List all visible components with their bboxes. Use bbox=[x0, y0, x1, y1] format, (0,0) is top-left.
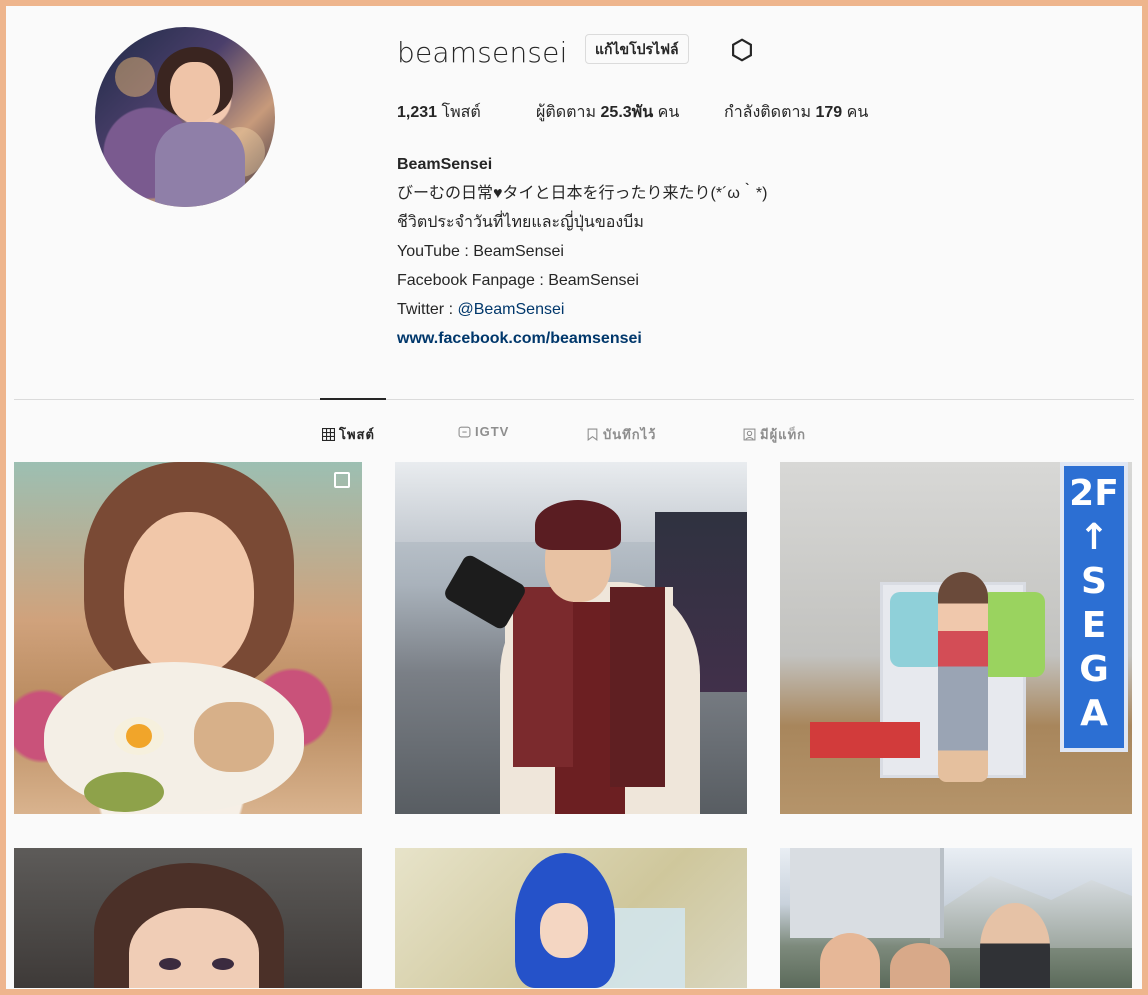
bio-line-japanese: びーむの日常♥タイと日本を行ったり来たり(*´ω｀*) bbox=[397, 185, 768, 202]
igtv-icon bbox=[458, 426, 471, 438]
post-thumbnail-portrait[interactable] bbox=[14, 848, 362, 988]
tab-igtv-label: IGTV bbox=[475, 424, 510, 439]
profile-bio: BeamSensei びーむの日常♥タイと日本を行ったり来たり(*´ω｀*) ช… bbox=[397, 150, 767, 353]
tagged-icon bbox=[743, 428, 756, 441]
profile-username: beamsensei bbox=[397, 36, 568, 69]
twitter-handle-link[interactable]: @BeamSensei bbox=[457, 301, 564, 318]
bio-full-name: BeamSensei bbox=[397, 156, 493, 173]
edit-profile-button[interactable]: แก้ไขโปรไฟล์ bbox=[585, 34, 689, 64]
tab-tagged[interactable]: มีผู้แท็ก bbox=[743, 424, 806, 445]
tab-igtv[interactable]: IGTV bbox=[458, 424, 509, 439]
settings-gear-icon[interactable] bbox=[729, 37, 755, 63]
sega-sign-text: 2F ↑ S E G A bbox=[1069, 473, 1119, 734]
followers-stat[interactable]: ผู้ติดตาม 25.3พัน คน bbox=[536, 100, 679, 125]
tab-saved-label: บันทึกไว้ bbox=[603, 427, 657, 442]
bio-line-twitter: Twitter : @BeamSensei bbox=[397, 301, 565, 318]
tab-saved[interactable]: บันทึกไว้ bbox=[586, 424, 656, 445]
website-link[interactable]: www.facebook.com/beamsensei bbox=[397, 324, 767, 353]
multiple-photos-icon bbox=[334, 472, 350, 488]
tab-posts-label: โพสต์ bbox=[339, 427, 375, 442]
following-stat[interactable]: กำลังติดตาม 179 คน bbox=[724, 100, 868, 125]
post-thumbnail-snow-camera[interactable] bbox=[395, 462, 747, 814]
bookmark-icon bbox=[587, 428, 598, 441]
tab-posts[interactable]: โพสต์ bbox=[322, 424, 375, 445]
bio-line-facebook: Facebook Fanpage : BeamSensei bbox=[397, 272, 639, 289]
posts-stat: 1,231 โพสต์ bbox=[397, 104, 481, 121]
post-thumbnail-sega-arcade[interactable]: 2F ↑ S E G A bbox=[780, 462, 1132, 814]
profile-avatar[interactable] bbox=[95, 27, 275, 207]
post-thumbnail-cosplay[interactable] bbox=[395, 848, 747, 988]
grid-icon bbox=[322, 428, 335, 441]
bio-line-thai: ชีวิตประจำวันที่ไทยและญี่ปุ่นของบีม bbox=[397, 214, 644, 231]
post-thumbnail-ramen-selfie[interactable] bbox=[14, 462, 362, 814]
tab-tagged-label: มีผู้แท็ก bbox=[760, 427, 807, 442]
active-tab-indicator bbox=[320, 398, 386, 400]
tabs-divider bbox=[14, 399, 1134, 400]
bio-line-youtube: YouTube : BeamSensei bbox=[397, 243, 564, 260]
post-thumbnail-family-trip[interactable] bbox=[780, 848, 1132, 988]
